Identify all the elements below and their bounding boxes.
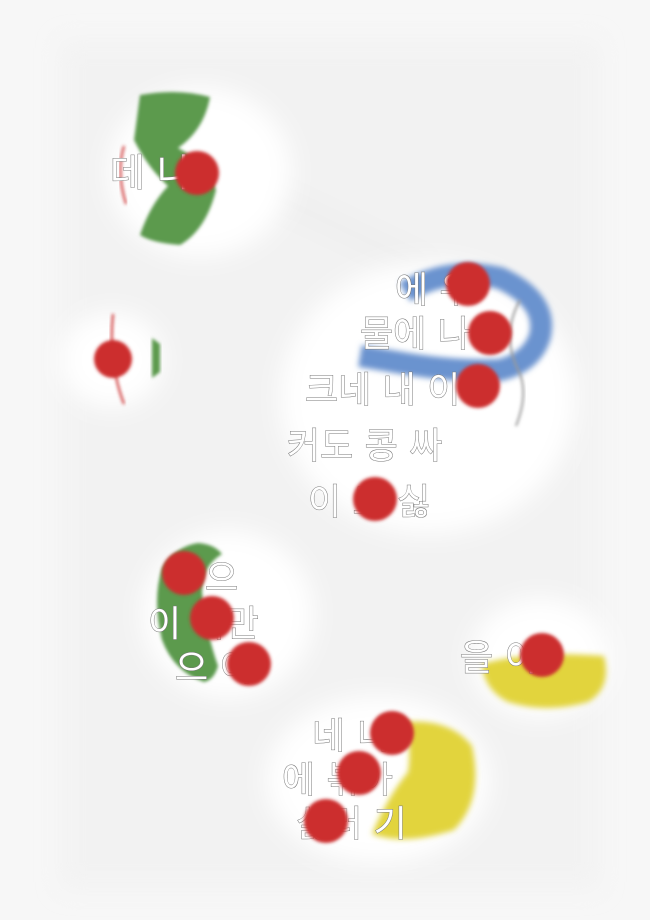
red-dot [227,642,271,686]
spot-1: 데 나 [108,87,292,257]
spot-2-line-2: 물에 나 [360,314,471,355]
green-patch-3 [152,338,160,378]
spot-2-line-3: 크네 내 이 [305,370,460,411]
red-dot [520,633,564,677]
spot-6: 네 니 에 볶아 싫러 기 [266,696,490,864]
spot-2: 에 우 물에 나 크네 내 이 커도 콩 싸 이 도 싫 [280,262,576,534]
red-dot [162,551,206,595]
red-dot [456,364,500,408]
red-dot [175,151,219,195]
spot-4-line-1: 으 [205,558,238,599]
spot-4: 으 이 짝만 으 이 [142,530,314,698]
red-dot [468,311,512,355]
scene: 데 나 에 우 물에 나 크네 내 이 커도 콩 싸 이 도 싫 으 이 짝만 … [60,40,610,890]
red-dot [94,340,132,378]
red-dot [190,596,234,640]
red-dot [353,477,397,521]
red-dot [446,262,490,306]
red-dot [337,751,381,795]
red-dot [370,711,414,755]
red-dot [304,799,348,843]
spot-2-line-4: 커도 콩 싸 [287,426,442,467]
spot-3 [60,312,164,408]
